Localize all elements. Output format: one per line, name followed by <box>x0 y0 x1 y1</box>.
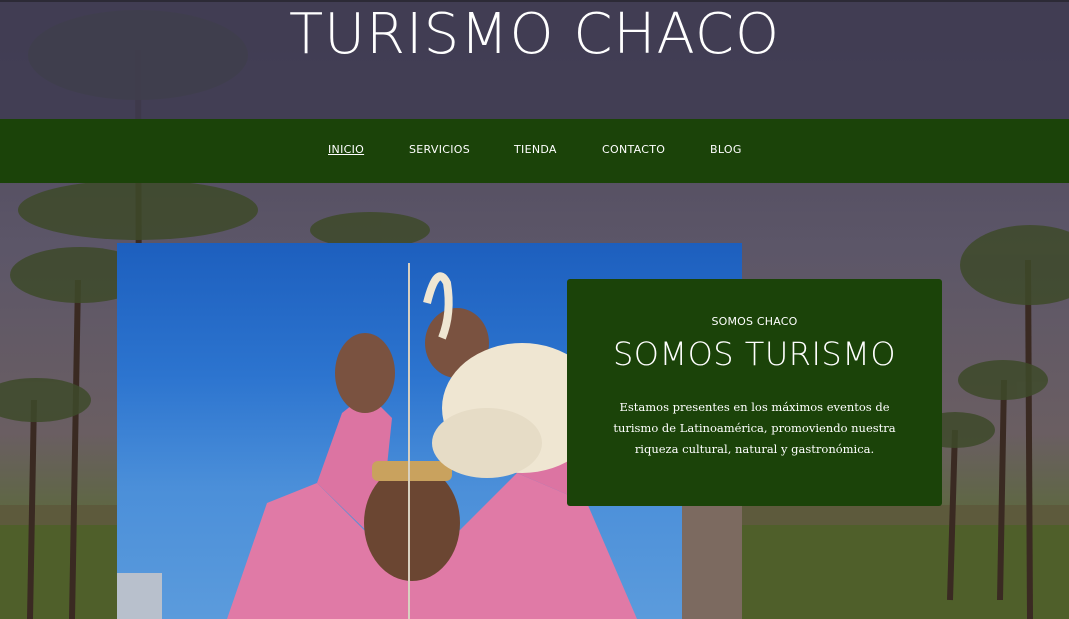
nav-item-blog[interactable]: BLOG <box>710 143 742 156</box>
hero-title: SOMOS TURISMO <box>612 335 897 373</box>
nav-item-inicio[interactable]: INICIO <box>328 143 364 156</box>
hero-card: SOMOS CHACO SOMOS TURISMO Estamos presen… <box>567 279 942 506</box>
hero-kicker: SOMOS CHACO <box>711 315 798 328</box>
main-navigation: INICIO SERVICIOS TIENDA CONTACTO BLOG <box>0 119 1069 183</box>
nav-item-servicios[interactable]: SERVICIOS <box>409 143 470 156</box>
site-title[interactable]: TURISMO CHACO <box>0 2 1069 68</box>
nav-item-contacto[interactable]: CONTACTO <box>602 143 665 156</box>
hero-description: Estamos presentes en los máximos eventos… <box>613 400 896 456</box>
nav-item-tienda[interactable]: TIENDA <box>514 143 557 156</box>
